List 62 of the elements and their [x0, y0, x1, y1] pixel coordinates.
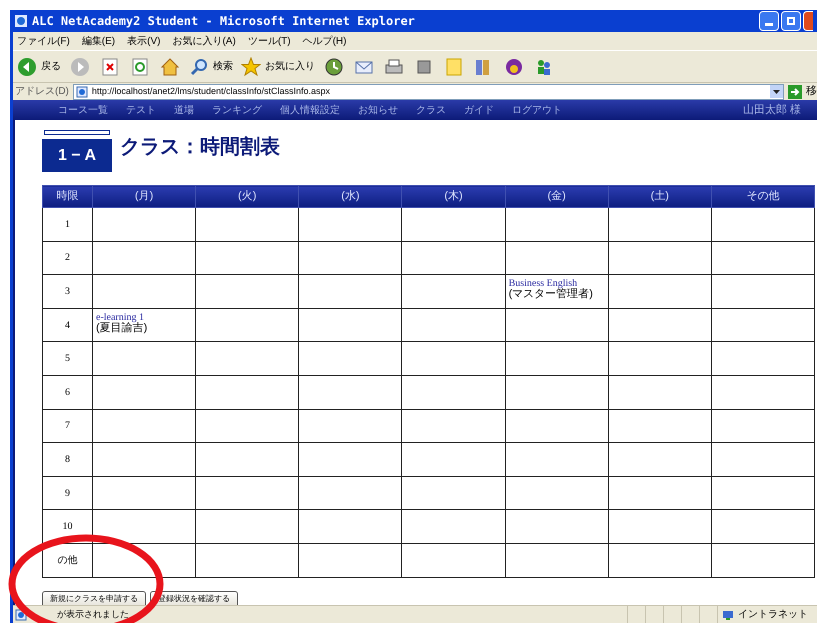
- restore-button[interactable]: [781, 11, 801, 31]
- status-text: が表示されました: [57, 608, 129, 621]
- star-icon: [241, 56, 261, 76]
- search-icon: [189, 56, 209, 76]
- nav-link[interactable]: 道場: [165, 102, 203, 118]
- column-header: (火): [196, 186, 299, 208]
- column-header: 時限: [42, 186, 92, 208]
- menu-item[interactable]: ヘルプ(H): [302, 34, 346, 48]
- browser-icon: [14, 14, 28, 28]
- favorites-button[interactable]: お気に入り: [241, 56, 315, 76]
- nav-link[interactable]: ログアウト: [503, 102, 571, 118]
- menu-item[interactable]: 編集(E): [82, 34, 116, 48]
- teacher-name: (夏目諭吉): [96, 322, 148, 334]
- nav-link[interactable]: ガイド: [455, 102, 503, 118]
- search-button[interactable]: 検索: [189, 56, 233, 76]
- menu-item[interactable]: 表示(V): [127, 34, 160, 48]
- period-cell: 1: [42, 208, 92, 242]
- menu-item[interactable]: お気に入り(A): [172, 34, 236, 48]
- go-button[interactable]: 移: [788, 83, 817, 100]
- page-icon: [76, 86, 88, 98]
- period-cell: 9: [42, 476, 92, 510]
- column-header: (土): [608, 186, 712, 208]
- nav-link[interactable]: テスト: [117, 102, 165, 118]
- teacher-name: (マスター管理者): [508, 289, 594, 300]
- menu-item[interactable]: ツール(T): [248, 34, 291, 48]
- zone-text: イントラネット: [738, 608, 808, 622]
- nav-link[interactable]: お知らせ: [349, 102, 407, 118]
- menu-item[interactable]: ファイル(F): [17, 34, 70, 48]
- column-header: (木): [402, 186, 506, 208]
- history-icon[interactable]: [323, 56, 345, 78]
- period-cell: の他: [42, 543, 92, 578]
- nav-link[interactable]: コース一覧: [49, 102, 117, 118]
- period-cell: 5: [42, 342, 92, 376]
- nav-link[interactable]: 個人情報設定: [271, 102, 349, 118]
- period-cell: 10: [42, 510, 92, 544]
- column-header: (月): [92, 186, 196, 208]
- page-title: クラス：時間割表: [120, 134, 280, 160]
- address-label: アドレス(D): [15, 85, 69, 99]
- period-cell: 8: [42, 442, 92, 476]
- nav-link[interactable]: クラス: [407, 102, 455, 118]
- column-header: (金): [505, 186, 608, 208]
- period-cell: 6: [42, 375, 92, 410]
- go-arrow-icon: [788, 84, 802, 98]
- period-cell: 4: [42, 308, 92, 342]
- dropdown-button[interactable]: [770, 85, 783, 98]
- period-cell: 3: [42, 274, 92, 308]
- minimize-button[interactable]: [759, 11, 779, 31]
- address-field[interactable]: http://localhost/anet2/lms/student/classInfo/stClassInfo.aspx: [72, 84, 784, 100]
- course-link[interactable]: e-learning 1: [96, 312, 192, 323]
- period-cell: 2: [42, 241, 92, 275]
- address-value: http://localhost/anet2/lms/student/classInfo/stClassInfo.aspx: [92, 84, 332, 98]
- nav-link[interactable]: ランキング: [203, 102, 271, 118]
- course-link[interactable]: Business English: [508, 278, 605, 290]
- user-name: 山田太郎 様: [742, 102, 801, 118]
- back-button[interactable]: 戻る: [17, 56, 61, 76]
- home-icon[interactable]: [159, 56, 181, 78]
- period-cell: 7: [42, 409, 92, 443]
- column-header: (水): [298, 186, 402, 208]
- network-icon: [722, 608, 734, 620]
- window-title: ALC NetAcademy2 Student - Microsoft Internet Explorer: [32, 13, 415, 30]
- logo-text: 1 − A: [58, 146, 96, 166]
- column-header: その他: [711, 186, 814, 208]
